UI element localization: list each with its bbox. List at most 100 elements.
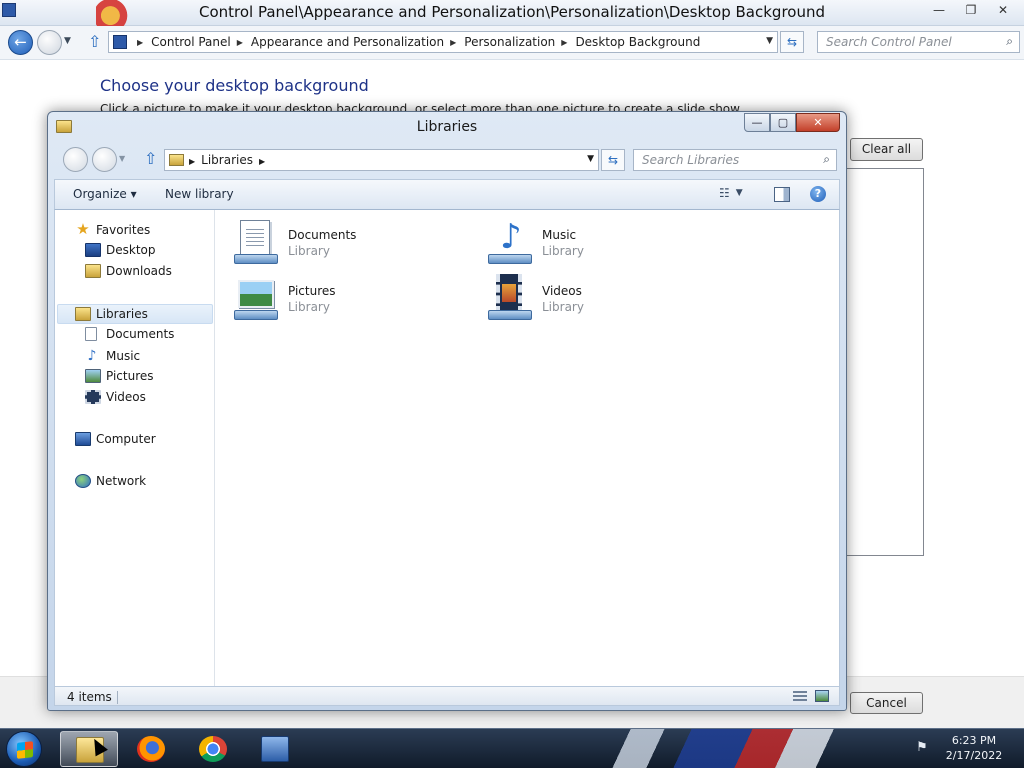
tile-name: Pictures bbox=[288, 284, 336, 298]
libraries-search-input[interactable]: Search Libraries ⌕ bbox=[633, 149, 837, 171]
breadcrumb-control-panel[interactable]: Control Panel bbox=[151, 35, 231, 50]
library-tile-documents[interactable]: Documents Library bbox=[232, 218, 472, 270]
nav-label: Documents bbox=[106, 327, 175, 341]
control-panel-titlebar: Control Panel\Appearance and Personaliza… bbox=[0, 0, 1024, 26]
taskbar-control-panel-button[interactable] bbox=[246, 731, 304, 767]
chevron-right-icon[interactable]: ▶ bbox=[450, 35, 456, 50]
action-center-flag-icon[interactable]: ⚑ bbox=[914, 740, 930, 756]
tile-name: Music bbox=[542, 228, 577, 242]
search-icon[interactable]: ⌕ bbox=[823, 152, 830, 167]
nav-pictures[interactable]: Pictures bbox=[85, 369, 154, 383]
videos-library-icon bbox=[486, 274, 534, 322]
nav-label: Music bbox=[106, 349, 141, 363]
nav-libraries[interactable]: Libraries bbox=[57, 304, 213, 324]
nav-label: Videos bbox=[106, 390, 146, 404]
chevron-down-icon: ▼ bbox=[735, 188, 743, 198]
maximize-button[interactable]: ▢ bbox=[770, 113, 796, 132]
recent-pages-dropdown[interactable]: ▼ bbox=[119, 154, 125, 163]
start-button[interactable] bbox=[6, 731, 42, 767]
taskbar-chrome-button[interactable] bbox=[184, 731, 242, 767]
forward-button[interactable] bbox=[92, 147, 117, 172]
libraries-body: ★ Favorites Desktop Downloads Libraries … bbox=[54, 210, 840, 686]
tile-type: Library bbox=[288, 244, 330, 258]
libraries-icon bbox=[169, 154, 184, 166]
breadcrumb-appearance[interactable]: Appearance and Personalization bbox=[251, 35, 444, 50]
chevron-right-icon[interactable]: ▶ bbox=[237, 35, 243, 50]
refresh-button[interactable]: ⇆ bbox=[780, 31, 804, 53]
breadcrumb-libraries[interactable]: Libraries bbox=[201, 153, 253, 167]
up-arrow-icon[interactable]: ⇧ bbox=[88, 32, 101, 51]
back-arrow-icon: ← bbox=[14, 33, 27, 51]
nav-label: Network bbox=[96, 474, 147, 488]
libraries-address-bar[interactable]: ▶ Libraries ▶ ▼ bbox=[164, 149, 599, 171]
organize-button[interactable]: Organize ▾ bbox=[73, 187, 137, 201]
large-icons-view-icon[interactable] bbox=[815, 690, 829, 702]
nav-label: Favorites bbox=[96, 223, 151, 237]
videos-icon bbox=[85, 390, 101, 404]
chevron-right-icon[interactable]: ▶ bbox=[189, 157, 195, 166]
chevron-right-icon[interactable]: ▶ bbox=[561, 35, 567, 50]
chevron-right-icon[interactable]: ▶ bbox=[137, 35, 143, 50]
library-tile-music[interactable]: ♪ Music Library bbox=[486, 218, 726, 270]
chevron-right-icon[interactable]: ▶ bbox=[259, 157, 265, 166]
chrome-icon bbox=[199, 736, 227, 762]
nav-documents[interactable]: Documents bbox=[85, 327, 174, 341]
taskbar-explorer-button[interactable] bbox=[60, 731, 118, 767]
close-button[interactable]: ✕ bbox=[796, 113, 840, 132]
breadcrumb-personalization[interactable]: Personalization bbox=[464, 35, 555, 50]
library-tile-videos[interactable]: Videos Library bbox=[486, 274, 726, 326]
system-clock[interactable]: 6:23 PM 2/17/2022 bbox=[940, 733, 1008, 763]
command-bar: Organize ▾ New library ☷ ▼ ? bbox=[54, 179, 840, 210]
preview-pane-icon[interactable] bbox=[774, 187, 790, 202]
breadcrumb-desktop-background[interactable]: Desktop Background bbox=[575, 35, 700, 50]
nav-computer[interactable]: Computer bbox=[75, 432, 156, 446]
clear-all-button[interactable]: Clear all bbox=[850, 138, 923, 161]
help-icon[interactable]: ? bbox=[810, 186, 826, 202]
music-note-icon: ♪ bbox=[87, 348, 97, 364]
libraries-window-title: Libraries bbox=[416, 119, 478, 135]
search-icon[interactable]: ⌕ bbox=[1006, 34, 1013, 49]
address-dropdown-icon[interactable]: ▼ bbox=[766, 36, 773, 46]
details-view-icon[interactable] bbox=[793, 691, 807, 702]
tile-name: Documents bbox=[288, 228, 357, 242]
star-icon: ★ bbox=[76, 220, 90, 238]
restore-button[interactable]: ❐ bbox=[956, 1, 986, 19]
refresh-icon: ⇆ bbox=[607, 153, 619, 167]
address-dropdown-icon[interactable]: ▼ bbox=[587, 154, 594, 164]
up-arrow-icon[interactable]: ⇧ bbox=[144, 149, 157, 168]
close-button[interactable]: ✕ bbox=[988, 1, 1018, 19]
minimize-button[interactable]: — bbox=[924, 1, 954, 19]
minimize-button[interactable]: — bbox=[744, 113, 770, 132]
new-library-button[interactable]: New library bbox=[165, 187, 234, 201]
network-icon bbox=[75, 474, 91, 488]
control-panel-search-input[interactable]: Search Control Panel ⌕ bbox=[817, 31, 1020, 53]
back-button[interactable]: ← bbox=[8, 30, 33, 55]
forward-button[interactable] bbox=[37, 30, 62, 55]
refresh-button[interactable]: ⇆ bbox=[601, 149, 625, 171]
downloads-folder-icon bbox=[85, 264, 101, 278]
clock-date: 2/17/2022 bbox=[945, 749, 1003, 762]
nav-favorites[interactable]: ★ Favorites bbox=[75, 222, 150, 238]
recent-pages-dropdown[interactable]: ▼ bbox=[64, 36, 71, 46]
back-button[interactable] bbox=[63, 147, 88, 172]
tile-type: Library bbox=[542, 300, 584, 314]
change-view-button[interactable]: ☷ ▼ bbox=[719, 186, 743, 200]
clock-time: 6:23 PM bbox=[951, 734, 997, 747]
nav-network[interactable]: Network bbox=[75, 474, 146, 488]
control-panel-address-row: ← ▼ ⇧ ▶ Control Panel ▶ Appearance and P… bbox=[0, 26, 1024, 60]
libraries-content-area: Documents Library ♪ Music Library Pictur… bbox=[216, 210, 839, 686]
cancel-button[interactable]: Cancel bbox=[850, 692, 923, 714]
taskbar-firefox-button[interactable] bbox=[122, 731, 180, 767]
control-panel-icon bbox=[113, 35, 127, 49]
nav-label: Downloads bbox=[106, 264, 172, 278]
picture-list-box[interactable] bbox=[846, 168, 924, 556]
nav-desktop[interactable]: Desktop bbox=[85, 243, 156, 257]
music-library-icon: ♪ bbox=[486, 218, 534, 266]
nav-music[interactable]: ♪ Music bbox=[85, 348, 141, 364]
search-placeholder: Search Control Panel bbox=[826, 35, 952, 49]
library-tile-pictures[interactable]: Pictures Library bbox=[232, 274, 472, 326]
item-count: 4 items bbox=[67, 690, 112, 704]
nav-downloads[interactable]: Downloads bbox=[85, 264, 172, 278]
control-panel-address-bar[interactable]: ▶ Control Panel ▶ Appearance and Persona… bbox=[108, 31, 778, 53]
nav-videos[interactable]: Videos bbox=[85, 390, 146, 404]
